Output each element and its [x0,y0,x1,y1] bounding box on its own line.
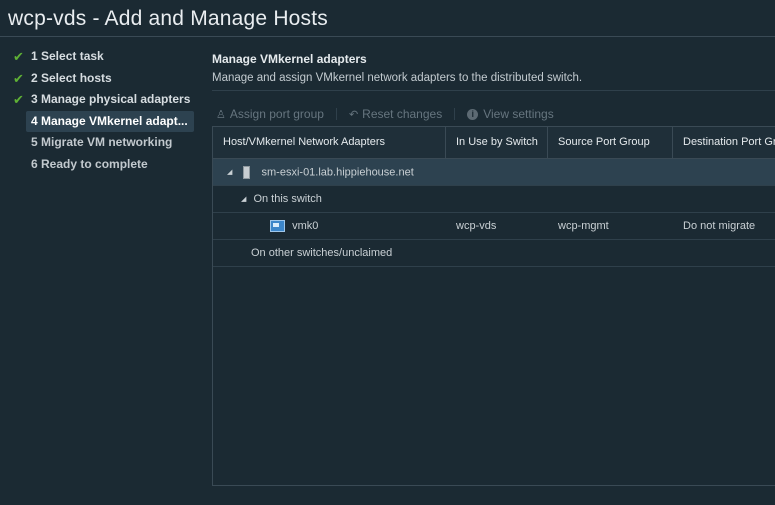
group-cell: On other switches/unclaimed [251,247,393,259]
assign-port-group-label: Assign port group [229,107,324,121]
step-ready-to-complete: 6 Ready to complete [8,154,198,175]
page-title: Manage VMkernel adapters [212,52,367,66]
group-cell: ◢ On this switch [213,193,322,205]
view-settings-button[interactable]: i View settings [467,107,554,121]
divider [212,90,775,91]
page-description: Manage and assign VMkernel network adapt… [212,72,583,84]
column-header-source-port-group[interactable]: Source Port Group [548,127,673,158]
wizard-steps: ✔ 1 Select task ✔ 2 Select hosts ✔ 3 Man… [8,46,198,175]
step-label: 2 Select hosts [31,70,112,85]
dialog-title: wcp-vds - Add and Manage Hosts [8,7,328,30]
step-manage-physical-adapters[interactable]: ✔ 3 Manage physical adapters [8,89,198,110]
toolbar-separator [335,108,337,120]
undo-icon: ↶ [348,108,359,121]
server-icon [243,165,251,179]
vmkernel-adapter-icon [270,220,285,233]
table-row-on-other-switches[interactable]: On other switches/unclaimed [213,240,775,267]
check-icon: ✔ [13,70,24,86]
step-label: 3 Manage physical adapters [31,92,191,106]
toolbar-separator [454,108,456,120]
column-header-host-adapters[interactable]: Host/VMkernel Network Adapters [213,127,446,158]
adapter-cell: vmk0 [213,219,446,233]
reset-changes-label: Reset changes [362,107,443,121]
group-label: On this switch [253,193,322,205]
in-use-by-switch-cell: wcp-vds [456,220,497,232]
toolbar: ♙ Assign port group ↶ Reset changes i Vi… [216,106,566,122]
info-icon: i [467,108,479,120]
reset-changes-button[interactable]: ↶ Reset changes [349,107,442,121]
collapse-triangle-icon[interactable]: ◢ [241,195,246,203]
table-row-host[interactable]: ◢ sm-esxi-01.lab.hippiehouse.net [213,159,775,186]
view-settings-label: View settings [483,107,554,121]
step-label: 6 Ready to complete [31,156,148,171]
collapse-triangle-icon[interactable]: ◢ [227,168,232,176]
table-row-vmk0[interactable]: vmk0 wcp-vds wcp-mgmt Do not migrate [213,213,775,240]
step-label: 1 Select task [31,49,104,63]
step-select-hosts[interactable]: ✔ 2 Select hosts [8,68,198,89]
table-row-on-this-switch[interactable]: ◢ On this switch [213,186,775,213]
assign-port-group-icon: ♙ [216,108,226,121]
step-select-task[interactable]: ✔ 1 Select task [8,46,198,67]
check-icon: ✔ [13,92,24,107]
assign-port-group-button[interactable]: ♙ Assign port group [216,107,324,121]
check-icon: ✔ [13,49,24,64]
host-name: sm-esxi-01.lab.hippiehouse.net [261,165,414,178]
title-divider [0,36,775,37]
vmkernel-adapters-grid: Host/VMkernel Network Adapters In Use by… [212,126,775,486]
adapter-name: vmk0 [292,219,319,232]
main-panel: Manage VMkernel adapters Manage and assi… [212,50,775,486]
step-manage-vmkernel-adapters[interactable]: 4 Manage VMkernel adapt... [26,110,194,132]
step-label: 5 Migrate VM networking [31,135,173,149]
column-header-in-use-by-switch[interactable]: In Use by Switch [446,127,548,158]
step-migrate-vm-networking: 5 Migrate VM networking [8,132,198,153]
grid-header: Host/VMkernel Network Adapters In Use by… [213,127,775,159]
column-header-destination-port-group[interactable]: Destination Port Group [673,127,775,158]
host-cell: ◢ sm-esxi-01.lab.hippiehouse.net [213,165,414,179]
destination-port-group-cell: Do not migrate [683,220,756,232]
source-port-group-cell: wcp-mgmt [558,220,609,232]
step-label: 4 Manage VMkernel adapt... [31,113,188,128]
